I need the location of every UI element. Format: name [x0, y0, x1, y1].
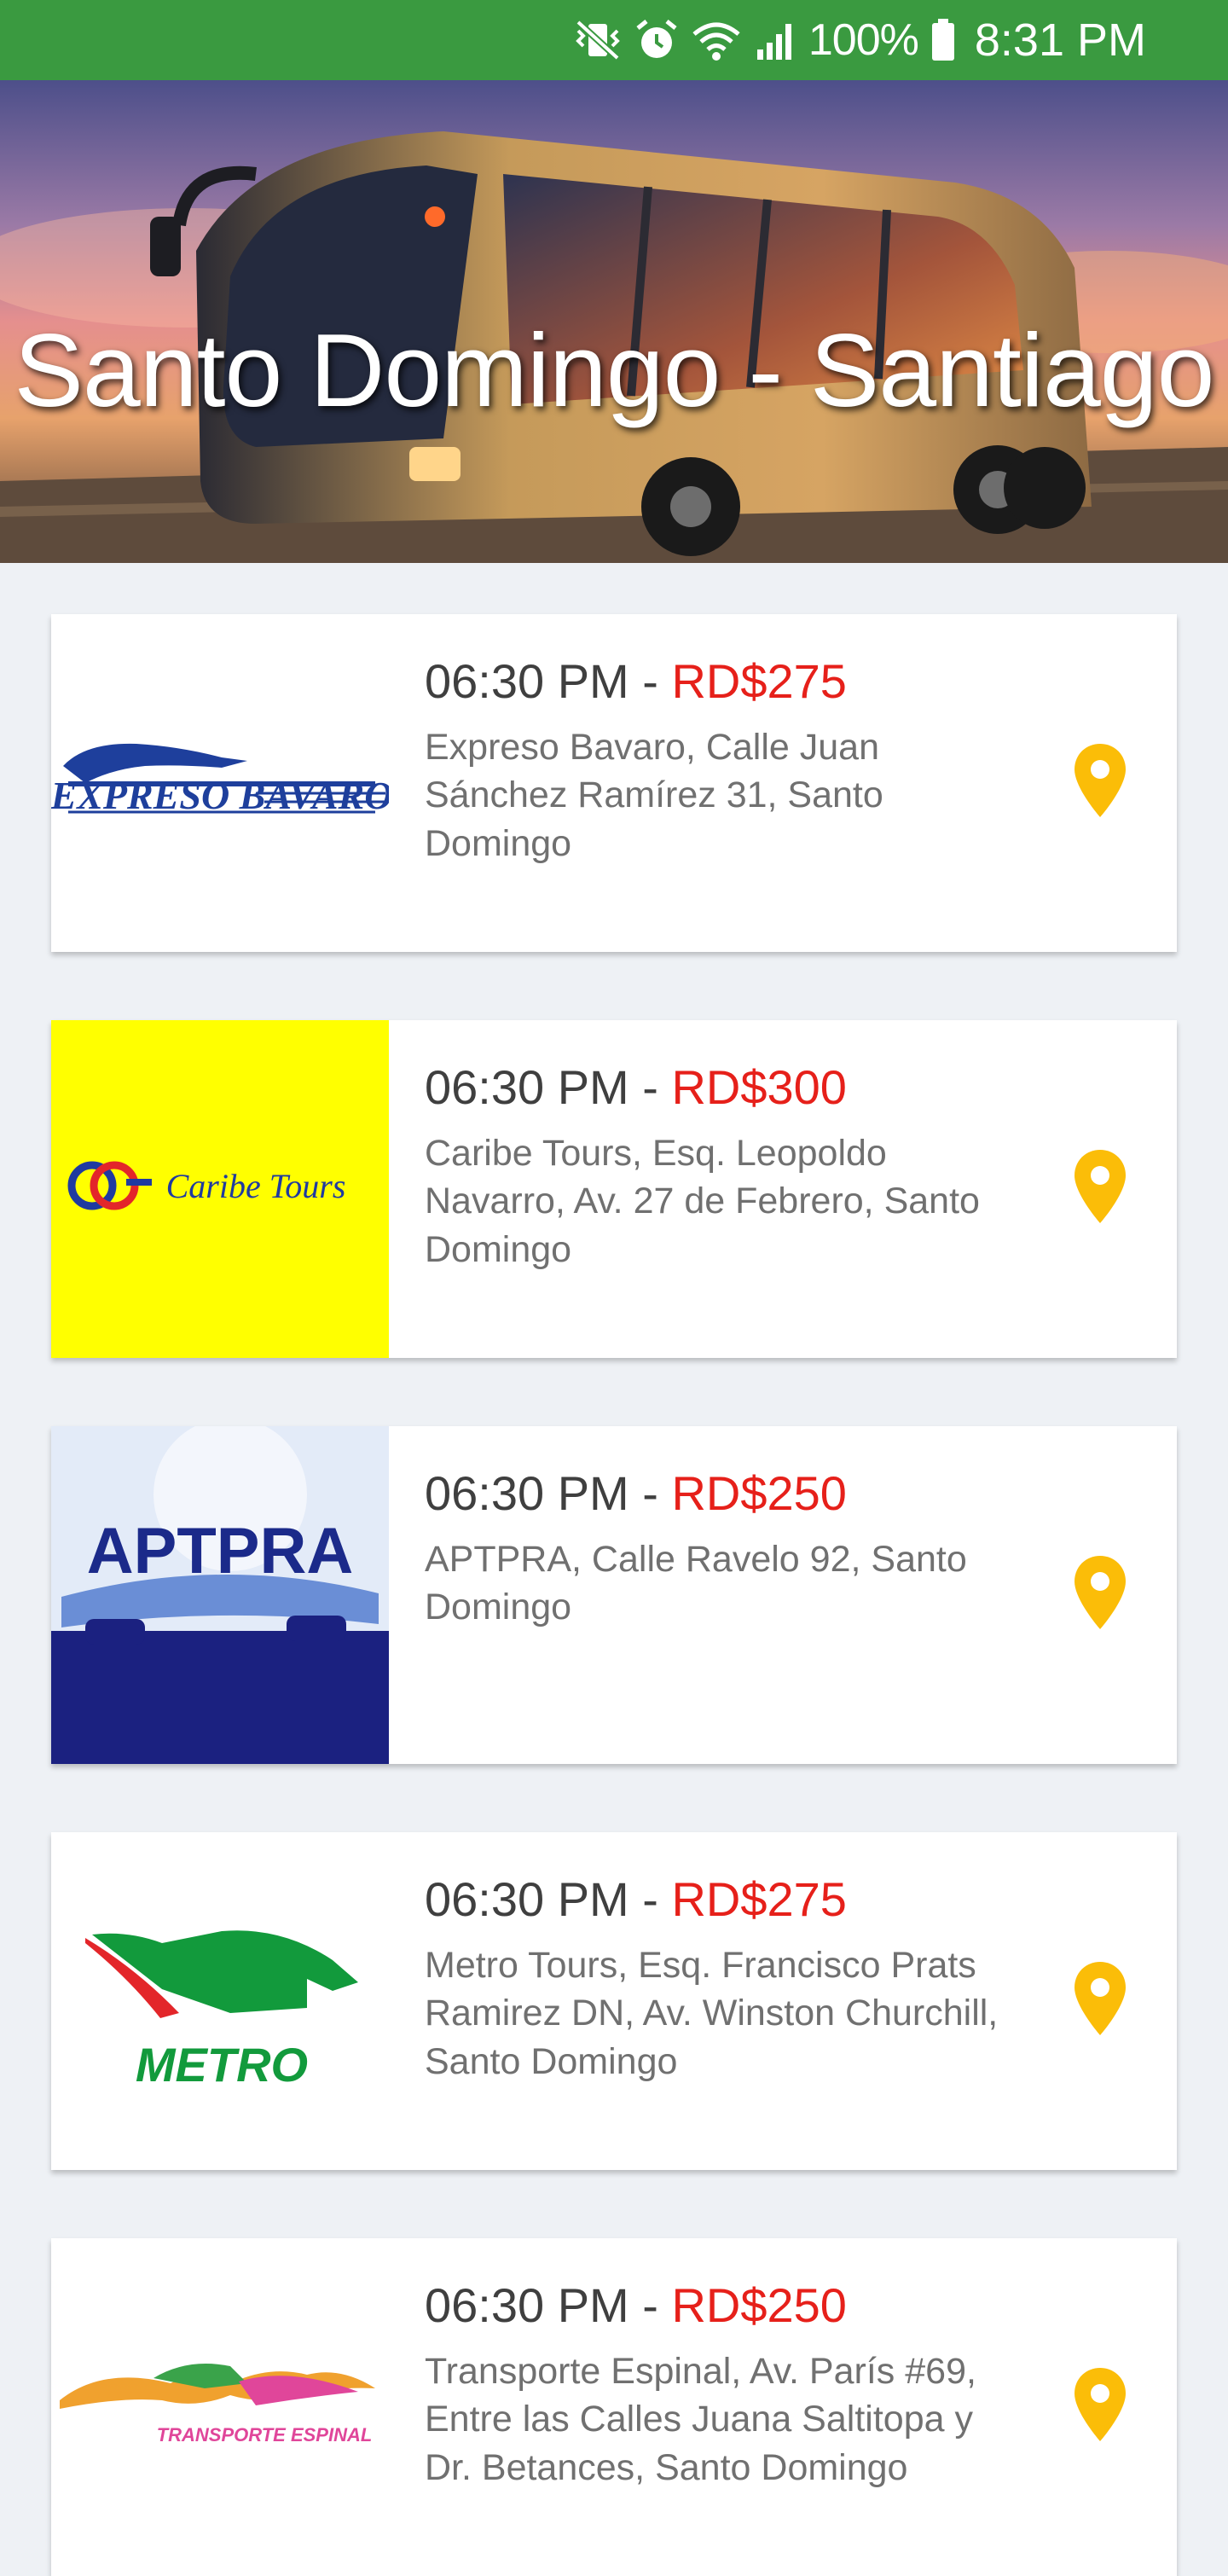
metro-tours-logo: METRO [51, 1832, 389, 2170]
route-card[interactable]: METRO 06:30 PM - RD$275 Metro Tours, Esq… [51, 1832, 1177, 2170]
wifi-icon [691, 19, 742, 61]
route-card[interactable]: APTPRA 06:30 PM - RD$250 APTPRA, Calle R… [51, 1426, 1177, 1764]
signal-icon [754, 19, 796, 61]
svg-text:TRANSPORTE ESPINAL: TRANSPORTE ESPINAL [157, 2424, 373, 2445]
departure-line: 06:30 PM - RD$250 [425, 2279, 1177, 2332]
route-info: 06:30 PM - RD$250 Transporte Espinal, Av… [389, 2238, 1177, 2576]
ticket-price: RD$250 [671, 2278, 847, 2332]
svg-text:Caribe Tours: Caribe Tours [166, 1167, 346, 1205]
separator: - [628, 2278, 672, 2332]
separator: - [628, 1872, 672, 1926]
terminal-address: Metro Tours, Esq. Francisco Prats Ramire… [425, 1944, 999, 2083]
route-info: 06:30 PM - RD$250 APTPRA, Calle Ravelo 9… [389, 1426, 1177, 1764]
departure-line: 06:30 PM - RD$275 [425, 655, 1177, 708]
hero-banner: Santo Domingo - Santiago [0, 80, 1228, 563]
route-info: 06:30 PM - RD$275 Metro Tours, Esq. Fran… [389, 1832, 1177, 2170]
svg-text:APTPRA: APTPRA [87, 1515, 353, 1587]
map-pin-icon[interactable] [1073, 2366, 1127, 2443]
departure-time: 06:30 PM [425, 1466, 629, 1520]
map-pin-icon[interactable] [1073, 742, 1127, 819]
departure-line: 06:30 PM - RD$300 [425, 1061, 1177, 1114]
status-time: 8:31 PM [974, 15, 1146, 66]
ticket-price: RD$275 [671, 1872, 847, 1926]
route-info: 06:30 PM - RD$300 Caribe Tours, Esq. Leo… [389, 1020, 1177, 1358]
departure-line: 06:30 PM - RD$250 [425, 1467, 1177, 1520]
battery-percent: 100% [808, 15, 919, 65]
ticket-price: RD$250 [671, 1466, 847, 1520]
battery-icon [930, 18, 956, 62]
route-info: 06:30 PM - RD$275 Expreso Bavaro, Calle … [389, 614, 1177, 952]
svg-text:EXPRESO BAVARO: EXPRESO BAVARO [51, 774, 389, 817]
route-card[interactable]: Caribe Tours 06:30 PM - RD$300 Caribe To… [51, 1020, 1177, 1358]
terminal-address: APTPRA, Calle Ravelo 92, Santo Domingo [425, 1538, 967, 1628]
separator: - [628, 654, 672, 708]
caribe-tours-logo: Caribe Tours [51, 1020, 389, 1358]
departure-time: 06:30 PM [425, 2278, 629, 2332]
aptpra-logo: APTPRA [51, 1426, 389, 1764]
separator: - [628, 1466, 672, 1520]
departure-time: 06:30 PM [425, 654, 629, 708]
terminal-address: Transporte Espinal, Av. París #69, Entre… [425, 2350, 976, 2489]
page-title: Santo Domingo - Santiago [14, 312, 1215, 428]
separator: - [628, 1060, 672, 1114]
departure-time: 06:30 PM [425, 1872, 629, 1926]
status-bar: 100% 8:31 PM [0, 0, 1228, 80]
terminal-address: Expreso Bavaro, Calle Juan Sánchez Ramír… [425, 726, 883, 865]
transporte-espinal-logo: TRANSPORTE ESPINAL [51, 2238, 389, 2576]
ticket-price: RD$275 [671, 654, 847, 708]
map-pin-icon[interactable] [1073, 1554, 1127, 1631]
mute-vibrate-icon [573, 19, 623, 61]
map-pin-icon[interactable] [1073, 1960, 1127, 2037]
ticket-price: RD$300 [671, 1060, 847, 1114]
departure-time: 06:30 PM [425, 1060, 629, 1114]
map-pin-icon[interactable] [1073, 1148, 1127, 1225]
route-card[interactable]: EXPRESO BAVARO 06:30 PM - RD$275 Expreso… [51, 614, 1177, 952]
svg-text:METRO: METRO [136, 2038, 308, 2092]
route-card[interactable]: TRANSPORTE ESPINAL 06:30 PM - RD$250 Tra… [51, 2238, 1177, 2576]
alarm-icon [634, 18, 679, 62]
terminal-address: Caribe Tours, Esq. Leopoldo Navarro, Av.… [425, 1132, 980, 1271]
departure-line: 06:30 PM - RD$275 [425, 1873, 1177, 1926]
expreso-bavaro-logo: EXPRESO BAVARO [51, 614, 389, 952]
